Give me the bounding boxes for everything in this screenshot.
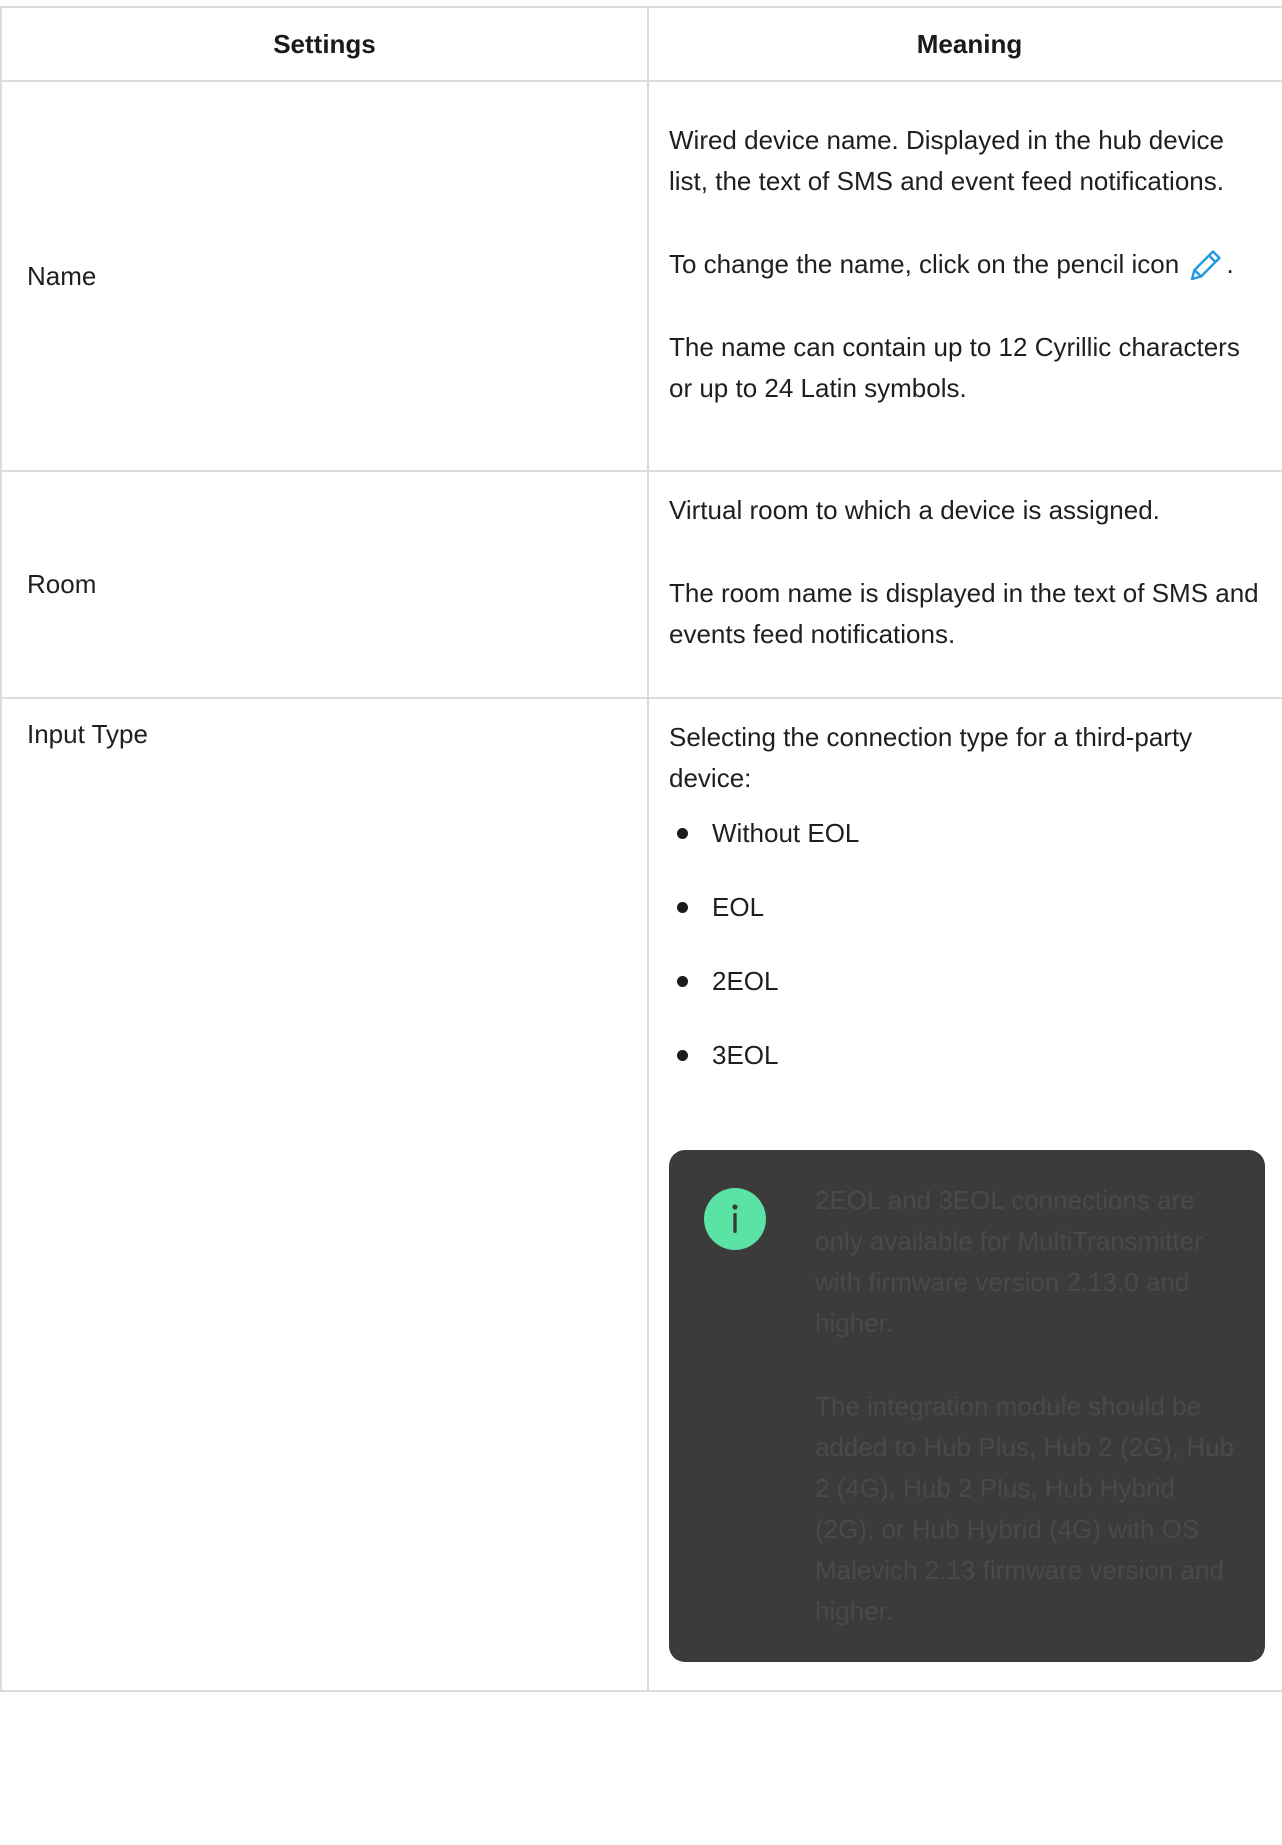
list-item: EOL (669, 887, 1268, 928)
room-name-note: The room name is displayed in the text o… (669, 578, 1259, 649)
header-settings: Settings (0, 6, 649, 82)
setting-room: Room (0, 470, 649, 699)
header-meaning: Meaning (647, 6, 1282, 82)
table-header-row: Settings Meaning (0, 6, 1282, 82)
input-type-options-list: Without EOL EOL 2EOL 3EOL (669, 813, 1268, 1076)
table-row-room: Room Virtual room to which a device is a… (0, 470, 1282, 699)
name-change-instruction: To change the name, click on the pencil … (669, 244, 1268, 285)
setting-name: Name (0, 80, 649, 472)
note-hub-compatibility: The integration module should be added t… (815, 1391, 1235, 1626)
name-change-text: To change the name, click on the pencil … (669, 248, 1180, 279)
setting-input-type: Input Type (0, 697, 649, 1692)
name-change-end: . (1226, 248, 1234, 279)
note-firmware-requirement: 2EOL and 3EOL connections are only avail… (815, 1185, 1203, 1338)
pencil-icon[interactable] (1186, 245, 1226, 285)
list-item: Without EOL (669, 813, 1268, 854)
info-note: 2EOL and 3EOL connections are only avail… (669, 1150, 1265, 1662)
name-length-limit: The name can contain up to 12 Cyrillic c… (669, 331, 1240, 403)
table-row-input-type: Input Type Selecting the connection type… (0, 697, 1282, 1692)
list-item: 3EOL (669, 1035, 1268, 1076)
input-type-description: Selecting the connection type for a thir… (669, 722, 1193, 793)
settings-table: Settings Meaning Name Wired device name.… (0, 6, 1282, 1692)
room-description: Virtual room to which a device is assign… (669, 495, 1160, 525)
info-icon (704, 1188, 766, 1250)
meaning-name: Wired device name. Displayed in the hub … (647, 80, 1282, 472)
name-description: Wired device name. Displayed in the hub … (669, 124, 1224, 196)
meaning-input-type: Selecting the connection type for a thir… (647, 697, 1282, 1692)
table-row-name: Name Wired device name. Displayed in the… (0, 80, 1282, 472)
list-item: 2EOL (669, 961, 1268, 1002)
meaning-room: Virtual room to which a device is assign… (647, 470, 1282, 699)
